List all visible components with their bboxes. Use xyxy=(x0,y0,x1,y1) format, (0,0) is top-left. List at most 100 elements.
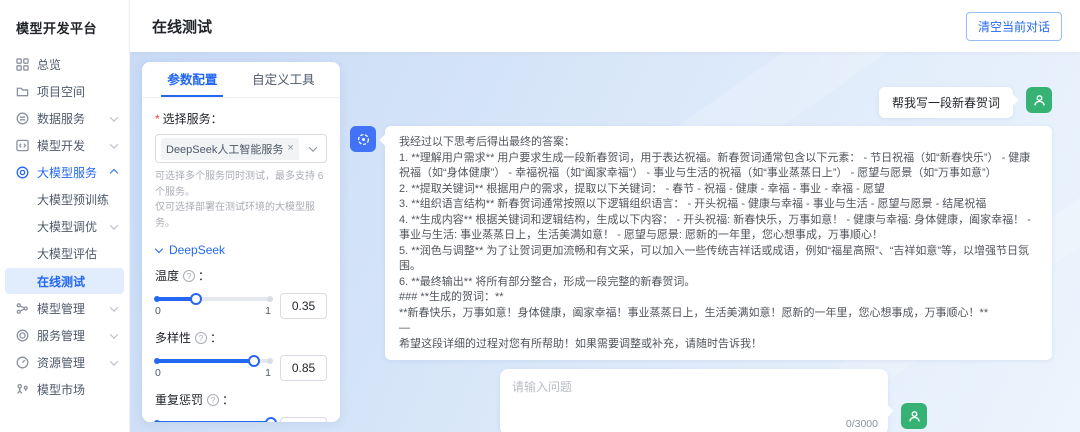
ai-message-line: 6. **最终输出** 将所有部分整合，形成一段完整的新春贺词。 xyxy=(399,275,1038,291)
grid-icon xyxy=(15,58,29,72)
ai-message-line: **新春快乐，万事如意！身体健康，阖家幸福！事业蒸蒸日上，生活美满如意！愿新的一… xyxy=(399,306,1038,322)
slider-max: 1 xyxy=(265,367,271,379)
required-asterisk: * xyxy=(155,112,160,126)
service-select[interactable]: DeepSeek人工智能服务× xyxy=(155,134,327,163)
service-select-label: *选择服务： xyxy=(155,110,327,127)
service-icon xyxy=(15,329,29,343)
ai-message-line: 3. **组织语言结构** 新春贺词通常按照以下逻辑组织语言： - 开头祝福 -… xyxy=(399,197,1038,213)
clear-conversation-button[interactable]: 清空当前对话 xyxy=(966,12,1062,41)
ai-message-bubble: 我经过以下思考后得出最终的答案： 1. **理解用户需求** 用户要求生成一段新… xyxy=(385,126,1052,360)
sidebar: 模型开发平台 总览 项目空间 数据服务 模型开发 大模型服务 大模型预训练 xyxy=(0,0,130,432)
sidebar-item-resource-mgmt[interactable]: 资源管理 xyxy=(0,349,129,376)
ai-message-line: 1. **理解用户需求** 用户要求生成一段新春贺词，用于表达祝福。新春贺词通常… xyxy=(399,151,1038,182)
slider-handle[interactable] xyxy=(248,355,260,367)
page-title: 在线测试 xyxy=(152,16,212,37)
sidebar-item-online-test[interactable]: 在线测试 xyxy=(5,268,124,294)
temperature-value-input[interactable]: 0.35 xyxy=(280,293,327,319)
sidebar-item-llm-services[interactable]: 大模型服务 xyxy=(0,159,129,186)
tab-custom-tools[interactable]: 自定义工具 xyxy=(246,62,321,97)
sidebar-item-label: 大模型预训练 xyxy=(37,191,109,208)
chevron-down-icon xyxy=(110,221,118,229)
question-icon[interactable]: ? xyxy=(207,394,219,406)
user-avatar xyxy=(1026,87,1052,113)
sidebar-item-label: 在线测试 xyxy=(37,273,85,290)
question-icon[interactable]: ? xyxy=(195,332,207,344)
parameter-panel: 参数配置 自定义工具 *选择服务： DeepSeek人工智能服务× 可选择多个服… xyxy=(142,62,340,422)
slider-handle[interactable] xyxy=(265,417,277,422)
sidebar-item-label: 模型市场 xyxy=(37,381,85,398)
chevron-down-icon xyxy=(110,113,118,121)
ai-message-line: — xyxy=(399,321,1038,337)
main-area: 在线测试 清空当前对话 参数配置 自定义工具 *选择服务： DeepSeek人工… xyxy=(130,0,1080,432)
remove-tag-icon[interactable]: × xyxy=(287,143,293,154)
temperature-slider[interactable] xyxy=(155,297,271,301)
sidebar-item-data-services[interactable]: 数据服务 xyxy=(0,105,129,132)
question-input[interactable] xyxy=(500,369,888,432)
gauge-icon xyxy=(15,356,29,370)
user-avatar xyxy=(901,403,927,429)
user-message-row: 帮我写一段新春贺词 xyxy=(350,87,1066,118)
question-icon[interactable]: ? xyxy=(183,270,195,282)
chevron-down-icon[interactable] xyxy=(309,143,317,151)
service-help-text: 可选择多个服务同时测试，最多支持 6 个服务。 仅可选择部署在测试环境的大模型服… xyxy=(155,169,327,231)
ai-message-line: 我经过以下思考后得出最终的答案： xyxy=(399,135,1038,151)
sidebar-item-model-mgmt[interactable]: 模型管理 xyxy=(0,295,129,322)
database-icon xyxy=(15,112,29,126)
chevron-down-icon xyxy=(110,140,118,148)
sidebar-item-label: 模型开发 xyxy=(37,137,85,154)
chat-input-row: 0/3000 xyxy=(350,369,1066,432)
sidebar-item-project-space[interactable]: 项目空间 xyxy=(0,78,129,105)
sidebar-item-label: 数据服务 xyxy=(37,110,85,127)
ai-message-row: 我经过以下思考后得出最终的答案： 1. **理解用户需求** 用户要求生成一段新… xyxy=(350,126,1066,360)
sidebar-item-label: 大模型调优 xyxy=(37,218,97,235)
service-tag: DeepSeek人工智能服务× xyxy=(161,138,299,160)
tab-parameter-config[interactable]: 参数配置 xyxy=(161,62,223,97)
ai-message-line: ### **生成的贺词：** xyxy=(399,290,1038,306)
sidebar-item-label: 资源管理 xyxy=(37,354,85,371)
model-service-icon xyxy=(15,166,29,180)
sidebar-item-label: 模型管理 xyxy=(37,300,85,317)
diversity-slider[interactable] xyxy=(155,359,271,363)
repetition-penalty-slider[interactable] xyxy=(155,421,271,422)
sidebar-item-label: 大模型服务 xyxy=(37,164,97,181)
sidebar-item-label: 大模型评估 xyxy=(37,245,97,262)
ai-message-line: 4. **生成内容** 根据关键词和逻辑结构，生成以下内容： - 开头祝福: 新… xyxy=(399,213,1038,244)
sidebar-item-label: 项目空间 xyxy=(37,83,85,100)
sidebar-item-llm-pretrain[interactable]: 大模型预训练 xyxy=(0,186,129,213)
diversity-label: 多样性 ? ： xyxy=(155,329,327,346)
diversity-value-input[interactable]: 0.85 xyxy=(280,355,327,381)
ai-message-line: 2. **提取关键词** 根据用户的需求，提取以下关键词： - 春节 - 祝福 … xyxy=(399,182,1038,198)
sidebar-item-label: 服务管理 xyxy=(37,327,85,344)
sidebar-item-overview[interactable]: 总览 xyxy=(0,51,129,78)
repetition-penalty-value-input[interactable]: 1 xyxy=(280,417,327,422)
chevron-up-icon xyxy=(110,168,118,176)
page-header: 在线测试 清空当前对话 xyxy=(130,0,1080,52)
chevron-down-icon xyxy=(110,330,118,338)
ai-message-line: 5. **润色与调整** 为了让贺词更加流畅和有文采，可以加入一些传统吉祥话或成… xyxy=(399,244,1038,275)
group-label: DeepSeek xyxy=(169,243,225,257)
chat-input-box: 0/3000 xyxy=(500,369,888,432)
folder-icon xyxy=(15,85,29,99)
ai-message-line: 希望这段详细的过程对您有所帮助！如果需要调整或补充，请随时告诉我！ xyxy=(399,337,1038,353)
deepseek-group-toggle[interactable]: DeepSeek xyxy=(155,243,327,257)
app-title: 模型开发平台 xyxy=(0,12,129,51)
chevron-down-icon xyxy=(110,357,118,365)
panel-tabs: 参数配置 自定义工具 xyxy=(142,62,340,98)
content-area: 参数配置 自定义工具 *选择服务： DeepSeek人工智能服务× 可选择多个服… xyxy=(130,52,1080,432)
repetition-penalty-label: 重复惩罚 ? ： xyxy=(155,391,327,408)
code-icon xyxy=(15,139,29,153)
repetition-penalty-group: 重复惩罚 ? ： 01 1 xyxy=(155,391,327,422)
diversity-group: 多样性 ? ： 01 0.8 xyxy=(155,329,327,381)
sidebar-item-service-mgmt[interactable]: 服务管理 xyxy=(0,322,129,349)
sidebar-item-llm-tuning[interactable]: 大模型调优 xyxy=(0,213,129,240)
slider-handle[interactable] xyxy=(190,293,202,305)
sidebar-item-llm-eval[interactable]: 大模型评估 xyxy=(0,240,129,267)
slider-min: 0 xyxy=(155,367,161,379)
ai-model-avatar xyxy=(350,126,376,152)
chevron-down-icon xyxy=(155,244,163,252)
chat-area: 帮我写一段新春贺词 我经过以下思考后得出最终的答案： 1. **理解用户需求**… xyxy=(340,62,1066,432)
sidebar-item-label: 总览 xyxy=(37,56,61,73)
app-root: 模型开发平台 总览 项目空间 数据服务 模型开发 大模型服务 大模型预训练 xyxy=(0,0,1080,432)
sidebar-item-model-dev[interactable]: 模型开发 xyxy=(0,132,129,159)
sidebar-item-model-market[interactable]: 模型市场 xyxy=(0,376,129,403)
